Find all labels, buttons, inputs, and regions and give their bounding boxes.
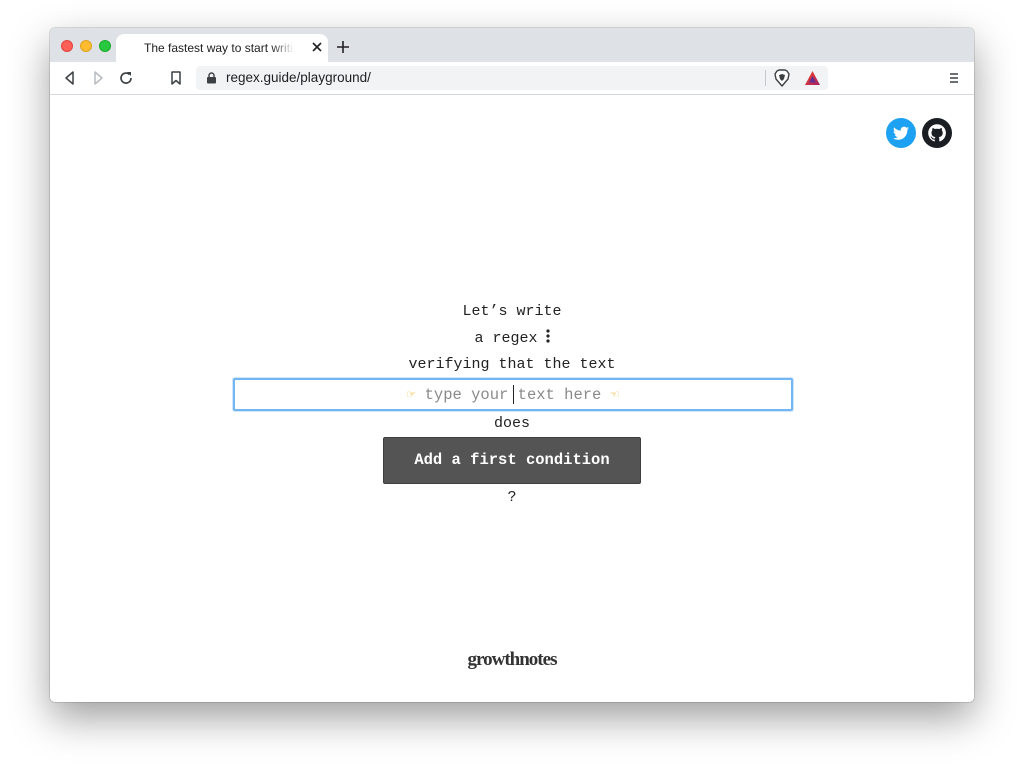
intro-line-2: a regex <box>50 328 974 347</box>
brave-shield-icon[interactable] <box>774 69 790 87</box>
close-icon[interactable] <box>310 40 324 54</box>
intro-line-1: Let’s write <box>462 303 562 320</box>
browser-window: The fastest way to start writing regex <box>50 28 974 702</box>
address-bar[interactable]: regex.guide/playground/ <box>196 66 828 90</box>
url-text: regex.guide/playground/ <box>226 70 371 85</box>
intro-line-3: verifying that the text <box>408 356 616 373</box>
growthnotes-logo[interactable]: growthnotes <box>50 649 974 671</box>
reload-icon[interactable] <box>118 70 134 86</box>
pointing-right-hand-icon: ☞ <box>406 388 416 404</box>
tab-title: The fastest way to start writing regex <box>144 41 294 55</box>
forward-arrow-icon[interactable] <box>90 70 106 86</box>
add-first-condition-button[interactable]: Add a first condition <box>383 437 641 484</box>
minimize-window-button[interactable] <box>80 40 92 52</box>
bookmark-icon[interactable] <box>168 70 184 86</box>
page-content: Let’s write a regex verifying that the t… <box>50 95 974 702</box>
test-text-input[interactable]: ☞ type your text here ☜ <box>233 378 793 411</box>
browser-toolbar: regex.guide/playground/ <box>50 62 974 95</box>
lock-icon <box>207 72 216 84</box>
menu-icon[interactable] <box>946 70 962 86</box>
new-tab-icon[interactable] <box>336 40 350 54</box>
intro-line-2-text: a regex <box>474 330 538 347</box>
pointing-left-hand-icon: ☜ <box>610 388 620 404</box>
back-arrow-icon[interactable] <box>62 70 78 86</box>
intro-line-4: does <box>493 415 530 432</box>
brave-rewards-icon[interactable] <box>804 70 821 86</box>
zoom-window-button[interactable] <box>99 40 111 52</box>
github-icon[interactable] <box>922 118 952 148</box>
text-caret <box>513 385 514 404</box>
more-options-icon[interactable] <box>545 328 550 344</box>
tab-active[interactable]: The fastest way to start writing regex <box>116 34 328 62</box>
tab-bar: The fastest way to start writing regex <box>50 28 974 62</box>
twitter-icon[interactable] <box>886 118 916 148</box>
address-bar-divider <box>765 70 766 86</box>
close-window-button[interactable] <box>61 40 73 52</box>
question-mark: ? <box>507 489 517 506</box>
